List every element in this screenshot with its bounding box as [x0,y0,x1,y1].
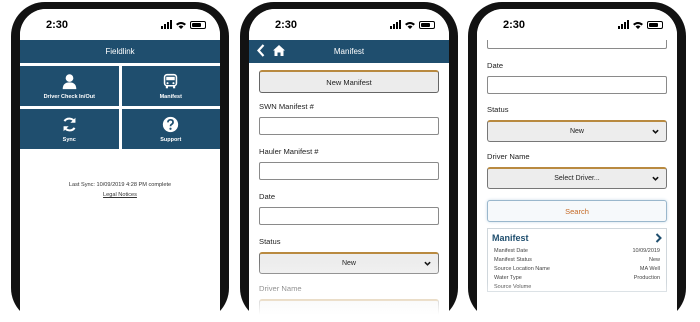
battery-icon [647,21,663,29]
date-label: Date [259,192,276,201]
person-icon [62,73,77,89]
page-title: Manifest [333,47,365,56]
search-button[interactable]: Search [487,200,667,222]
last-sync-text: Last Sync: 10/09/2019 4:28 PM complete [68,182,172,188]
status-select-value: New [341,260,356,267]
card-row: Manifest Date 10/09/2019 [488,246,666,255]
card-row: Water Type Production [488,273,666,282]
date-input[interactable] [259,207,439,225]
back-chevron-icon[interactable] [257,44,265,57]
phone-frame-home: 2:30 Fieldlink Driver Check In/Out Manif… [11,2,229,322]
sync-status: Last Sync: 10/09/2019 4:28 PM complete L… [20,180,220,200]
help-icon [163,116,179,132]
truck-icon [164,73,178,88]
app-header: Manifest [249,40,449,63]
swn-manifest-label: SWN Manifest # [259,102,314,111]
signal-icon [618,20,629,29]
driver-select[interactable]: Select Driver... [487,167,667,189]
battery-icon [419,21,435,29]
page-title: Fieldlink [105,47,135,56]
card-row: Manifest Status New [488,255,666,264]
status-time: 2:30 [275,19,298,31]
driver-name-label: Driver Name [487,152,530,161]
swn-manifest-input[interactable] [259,117,439,135]
row-label: Source Volume [494,283,532,290]
hauler-manifest-input[interactable] [259,162,439,180]
home-menu-grid: Driver Check In/Out Manifest Sync Suppor… [20,63,220,152]
status-time: 2:30 [46,19,69,31]
tile-label: Sync [62,136,76,143]
phone-frame-manifest: 2:30 Manifest New Manifest SWN Manifest … [240,2,458,322]
status-select-value: New [569,128,584,135]
hauler-manifest-label: Hauler Manifest # [259,147,319,156]
app-header: Fieldlink [20,40,220,63]
signal-icon [161,20,172,29]
tile-label: Driver Check In/Out [43,93,95,100]
battery-icon [190,21,206,29]
status-time: 2:30 [503,19,526,31]
driver-select[interactable] [259,299,439,321]
wifi-icon [633,22,643,29]
card-row: Source Location Name MA Well [488,264,666,273]
driver-select-value: Select Driver... [554,175,600,182]
row-value: 10/09/2019 [632,247,660,254]
status-label: Status [487,105,509,114]
status-bar: 2:30 [477,9,677,40]
card-row: Source Volume [488,282,666,291]
wifi-icon [176,22,186,29]
driver-name-label: Driver Name [259,284,302,293]
row-value: Production [633,274,660,281]
manifest-form: New Manifest SWN Manifest # Hauler Manif… [249,70,449,321]
row-value: New [648,256,660,263]
row-label: Manifest Date [494,247,528,254]
status-select[interactable]: New [487,120,667,142]
phone-screen-search: 2:30 Date Status New Driver Name Select … [477,9,677,322]
support-tile[interactable]: Support [121,109,220,149]
chevron-down-icon [652,129,659,134]
status-bar: 2:30 [20,9,220,40]
tile-label: Support [160,136,182,143]
status-bar: 2:30 [249,9,449,40]
manifest-card-header[interactable]: Manifest [488,229,666,246]
new-manifest-button[interactable]: New Manifest [259,70,439,93]
manifest-card-title: Manifest [492,232,529,243]
row-value: MA Well [639,265,660,272]
chevron-down-icon [424,261,431,266]
legal-notices-link[interactable]: Legal Notices [103,192,137,198]
status-label: Status [259,237,281,246]
date-input[interactable] [487,76,667,94]
sync-tile[interactable]: Sync [20,109,119,149]
search-form: Date Status New Driver Name Select Drive… [477,31,677,292]
sync-icon [63,117,76,131]
manifest-result-card[interactable]: Manifest Manifest Date 10/09/2019 Manifes… [487,228,667,292]
phone-screen-home: 2:30 Fieldlink Driver Check In/Out Manif… [20,9,220,322]
chevron-down-icon [652,176,659,181]
wifi-icon [405,22,415,29]
manifest-tile[interactable]: Manifest [121,66,220,106]
row-label: Manifest Status [494,256,532,263]
row-label: Source Location Name [494,265,550,272]
phone-screen-manifest: 2:30 Manifest New Manifest SWN Manifest … [249,9,449,322]
status-select[interactable]: New [259,252,439,274]
signal-icon [390,20,401,29]
phone-frame-search: 2:30 Date Status New Driver Name Select … [468,2,686,322]
tile-label: Manifest [159,93,182,100]
driver-check-tile[interactable]: Driver Check In/Out [20,66,119,106]
row-label: Water Type [494,274,522,281]
home-icon[interactable] [273,45,285,56]
chevron-right-icon [655,232,662,243]
date-label: Date [487,61,504,70]
